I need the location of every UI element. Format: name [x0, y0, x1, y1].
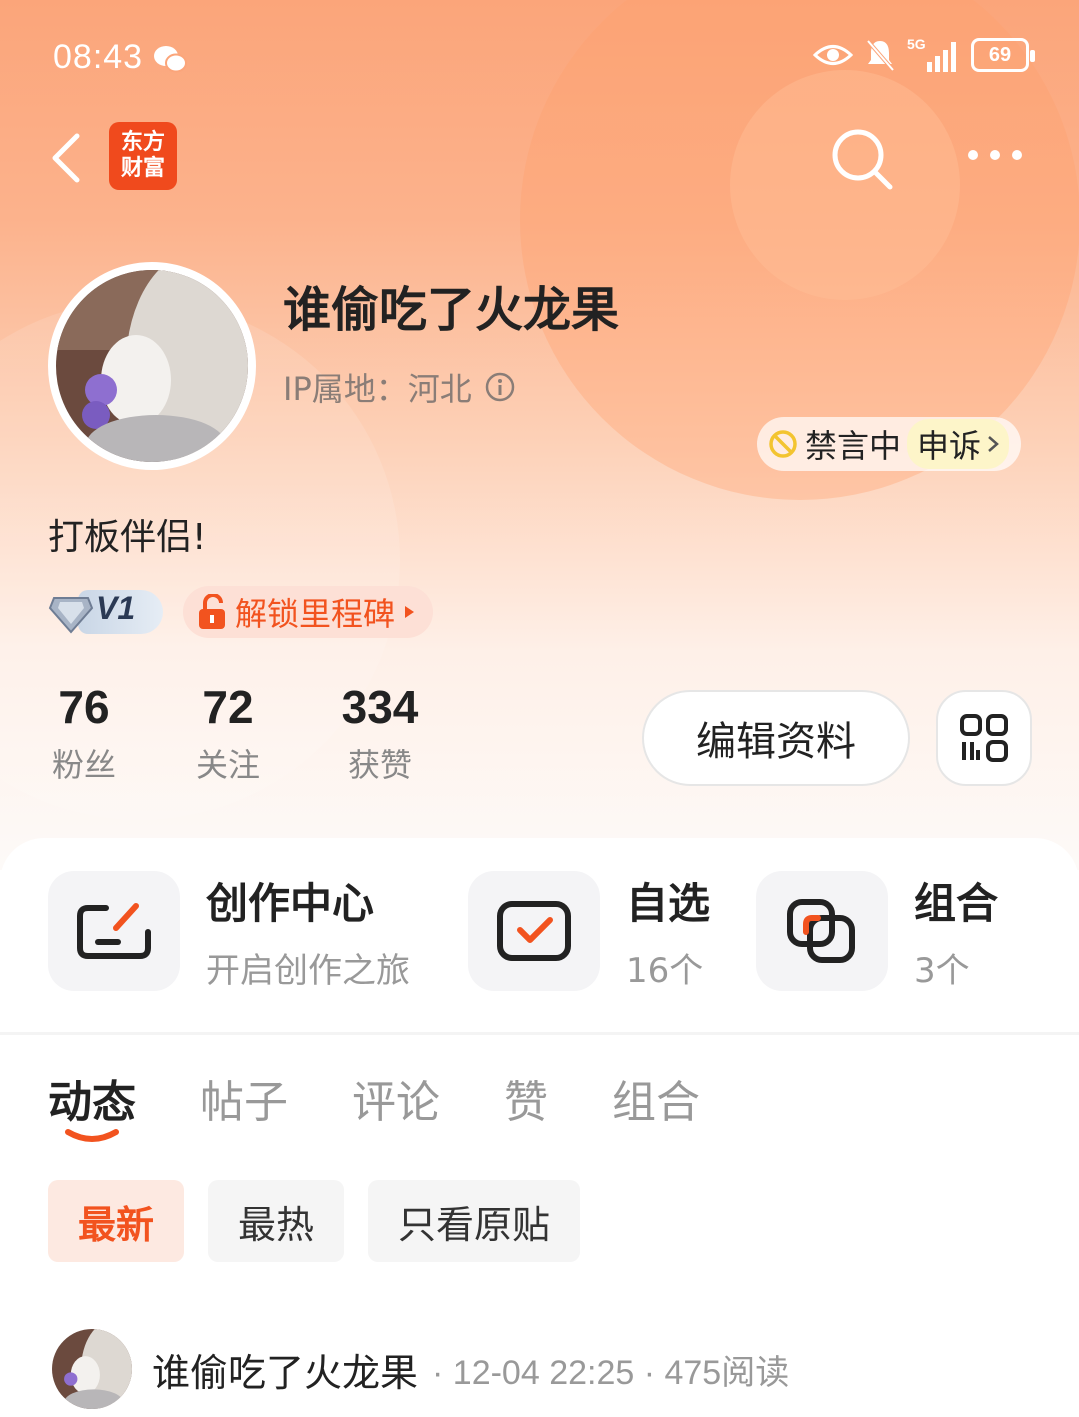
quick-entries-card: 创作中心 开启创作之旅 自选 16个 组合 3个 — [0, 838, 1079, 1034]
active-tab-indicator — [65, 1129, 119, 1142]
entry-subtitle: 16个 — [626, 951, 704, 991]
triangle-right-icon — [405, 606, 415, 618]
more-options-icon[interactable] — [965, 145, 1025, 165]
tab-portfolio[interactable]: 组合 — [612, 1066, 700, 1130]
mute-status-text: 禁言中 — [805, 427, 902, 465]
status-icons: 5G 69 — [813, 36, 1035, 72]
avatar-image — [56, 270, 248, 462]
stat-likes[interactable]: 334 获赞 — [330, 680, 430, 786]
logo-text: 东方 — [120, 130, 165, 155]
filter-hot[interactable]: 最热 — [208, 1180, 345, 1262]
filter-latest[interactable]: 最新 — [48, 1180, 185, 1262]
filter-chips: 最新 最热 只看原贴 — [48, 1180, 581, 1262]
status-time: 08:43 — [53, 38, 144, 76]
entry-title: 组合 — [914, 879, 999, 928]
stat-value: 334 — [341, 681, 419, 733]
unlock-icon — [199, 594, 225, 629]
tab-comments[interactable]: 评论 — [352, 1066, 440, 1130]
entry-creator-center[interactable]: 创作中心 开启创作之旅 — [48, 870, 410, 992]
portfolio-icon — [787, 899, 855, 963]
tab-posts[interactable]: 帖子 — [200, 1066, 288, 1130]
back-arrow-icon[interactable] — [45, 128, 85, 188]
diamond-icon — [48, 597, 94, 634]
qr-code-icon — [960, 714, 1008, 762]
search-icon[interactable] — [828, 125, 894, 191]
stat-fans[interactable]: 76 粉丝 — [48, 680, 120, 786]
eye-icon — [813, 45, 853, 65]
stat-value: 76 — [58, 681, 110, 733]
appeal-label: 申诉 — [917, 427, 982, 465]
appeal-button[interactable]: 申诉 — [907, 419, 1010, 469]
chevron-right-icon — [988, 436, 999, 452]
ip-location: IP属地：河北 — [283, 364, 516, 410]
entry-title: 创作中心 — [206, 879, 375, 928]
stat-label: 关注 — [195, 746, 260, 784]
mute-bell-icon — [866, 39, 895, 72]
level-text: V1 — [96, 590, 136, 626]
entry-icon-box — [468, 871, 600, 991]
entry-icon-box — [48, 871, 180, 991]
tab-likes[interactable]: 赞 — [504, 1066, 548, 1130]
entry-subtitle: 3个 — [914, 951, 970, 991]
avatar-image — [52, 1329, 132, 1409]
entry-title: 自选 — [626, 879, 711, 928]
info-icon[interactable] — [484, 371, 516, 403]
signal-icon: 5G — [907, 36, 959, 72]
entry-portfolio[interactable]: 组合 3个 — [756, 870, 998, 992]
stat-value: 72 — [202, 681, 254, 733]
qr-code-button[interactable] — [936, 690, 1032, 786]
username: 谁偷吃了火龙果 — [283, 282, 620, 338]
checkbox-icon — [497, 901, 571, 961]
edit-profile-button[interactable]: 编辑资料 — [642, 690, 910, 786]
app-logo[interactable]: 东方 财富 — [109, 122, 177, 190]
stat-label: 粉丝 — [51, 746, 116, 784]
mute-status-badge: 禁言中 申诉 — [757, 417, 1022, 471]
section-divider — [0, 1032, 1079, 1035]
logo-text: 财富 — [120, 156, 165, 181]
avatar[interactable] — [48, 262, 256, 470]
bio: 打板伴侣! — [48, 517, 207, 558]
pen-icon — [77, 903, 151, 959]
ip-location-text: IP属地：河北 — [283, 370, 472, 408]
entry-watchlist[interactable]: 自选 16个 — [468, 870, 710, 992]
post-header: 谁偷吃了火龙果 · 12-04 22:25 · 475阅读 — [48, 1325, 789, 1413]
prohibited-icon — [769, 430, 797, 458]
milestone-button[interactable]: 解锁里程碑 — [183, 586, 434, 638]
post-avatar[interactable] — [48, 1325, 136, 1413]
stat-following[interactable]: 72 关注 — [192, 680, 264, 786]
content-tabs: 动态 帖子 评论 赞 组合 — [48, 1066, 764, 1130]
milestone-label: 解锁里程碑 — [235, 595, 396, 633]
post-meta: · 12-04 22:25 · 475阅读 — [432, 1353, 790, 1392]
tab-activity[interactable]: 动态 — [48, 1066, 136, 1130]
filter-original-only[interactable]: 只看原贴 — [368, 1180, 581, 1262]
wechat-icon — [154, 46, 187, 73]
entry-subtitle: 开启创作之旅 — [206, 951, 410, 991]
entry-icon-box — [756, 871, 888, 991]
post-author[interactable]: 谁偷吃了火龙果 — [152, 1342, 418, 1397]
level-badge[interactable]: V1 — [48, 588, 163, 636]
network-type: 5G — [907, 36, 926, 52]
battery-indicator: 69 — [971, 38, 1035, 72]
stat-label: 获赞 — [347, 746, 412, 784]
